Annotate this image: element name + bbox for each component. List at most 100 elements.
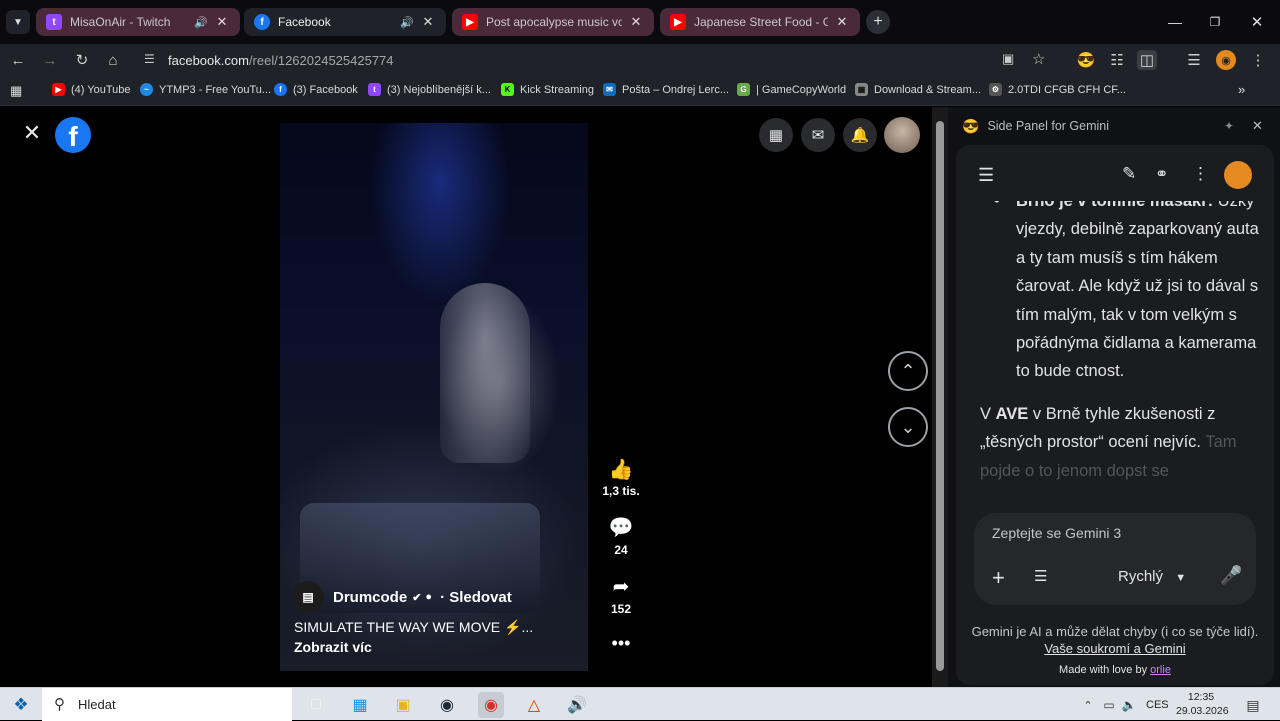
building-icon: ▦ xyxy=(855,83,868,96)
close-icon[interactable]: ✕ xyxy=(834,14,850,30)
previous-reel-button[interactable]: ⌃ xyxy=(888,351,928,391)
more-options-icon[interactable]: ••• xyxy=(591,633,651,654)
follow-link[interactable]: · Sledovat xyxy=(440,589,512,606)
gemini-prompt-box: Zeptejte se Gemini 3 + ☰ Rychlý ▼ 🎤 xyxy=(974,513,1256,605)
start-button[interactable]: ❖ xyxy=(8,692,34,718)
volume-icon[interactable]: 🔈 xyxy=(1116,692,1142,718)
speaker-icon[interactable]: 🔊 xyxy=(194,16,208,29)
bookmark-ytmp3[interactable]: ~ YTMP3 - Free YouTu... xyxy=(140,83,271,96)
bookmark-youtube[interactable]: ▶ (4) YouTube xyxy=(52,83,131,96)
bookmarks-bar: ▦ ▶ (4) YouTube ~ YTMP3 - Free YouTu... f (… xyxy=(0,76,1280,106)
acrobat-icon[interactable]: △ xyxy=(521,692,547,718)
clock[interactable]: 12:35 29.03.2026 xyxy=(1176,690,1229,718)
mode-select[interactable]: Rychlý ▼ xyxy=(1118,568,1186,585)
extensions-puzzle-icon[interactable]: ☷ xyxy=(1107,50,1127,70)
hamburger-menu-icon[interactable]: ☰ xyxy=(978,165,994,186)
input-language[interactable]: CES xyxy=(1146,699,1169,711)
bullet-text: Úzký vjezdy, debilně zaparkovaný auta a … xyxy=(1016,201,1259,381)
scrollbar-thumb[interactable] xyxy=(936,121,944,671)
reel-video[interactable]: ▤ Drumcode ✔ ● · Sledovat xyxy=(280,123,588,671)
tab-japanese-street-food[interactable]: ▶ Japanese Street Food - GIANT ✕ xyxy=(660,8,860,36)
gemini-response: • Brno je v tomhle masakr: Úzký vjezdy, … xyxy=(980,201,1260,501)
notifications-icon[interactable]: ▤ xyxy=(1240,692,1266,718)
paragraph-prefix: V xyxy=(980,404,992,423)
home-button[interactable]: ⌂ xyxy=(103,50,123,70)
steam-icon[interactable]: ◉ xyxy=(434,692,460,718)
page-scrollbar[interactable] xyxy=(932,107,948,687)
menu-kebab-icon[interactable]: ⋮ xyxy=(1248,50,1268,70)
restore-button[interactable]: ❐ xyxy=(1200,10,1230,34)
gemini-extension-icon: 😎 xyxy=(962,117,980,134)
profile-avatar[interactable]: ◉ xyxy=(1216,50,1236,70)
close-window-button[interactable]: ✕ xyxy=(1242,10,1272,34)
tab-twitch[interactable]: t MisaOnAir - Twitch 🔊 ✕ xyxy=(36,8,240,36)
notifications-bell-icon[interactable]: 🔔 xyxy=(843,118,877,152)
like-icon[interactable]: 👍 xyxy=(591,457,651,482)
prompt-input[interactable]: Zeptejte se Gemini 3 xyxy=(992,525,1232,547)
side-panel-icon[interactable]: ◫ xyxy=(1137,50,1157,70)
media-controls-icon[interactable]: ☰ xyxy=(1184,50,1204,70)
minimize-button[interactable]: — xyxy=(1160,10,1190,34)
search-icon: ⚲ xyxy=(54,696,65,713)
file-icon[interactable]: □ xyxy=(303,692,329,718)
speaker-icon[interactable]: 🔊 xyxy=(400,16,414,29)
author-name[interactable]: Drumcode xyxy=(333,589,407,606)
messenger-icon[interactable]: ✉ xyxy=(801,118,835,152)
speaker-app-icon[interactable]: 🔊 xyxy=(564,692,590,718)
tools-sliders-icon[interactable]: ☰ xyxy=(1034,567,1047,585)
facebook-logo[interactable]: f xyxy=(55,117,91,153)
close-icon[interactable]: ✕ xyxy=(628,14,644,30)
close-icon[interactable]: ✕ xyxy=(214,14,230,30)
comment-icon[interactable]: 💬 xyxy=(591,515,651,540)
install-app-icon[interactable]: ▣ xyxy=(1002,51,1014,67)
like-count: 1,3 tis. xyxy=(602,484,640,498)
bookmark-twitch[interactable]: t (3) Nejoblíbenější k... xyxy=(368,83,491,96)
twitch-icon: t xyxy=(368,83,381,96)
tab-post-apocalypse[interactable]: ▶ Post apocalypse music vol.1 - Y ✕ xyxy=(452,8,654,36)
new-tab-button[interactable]: + xyxy=(866,10,890,34)
microphone-icon[interactable]: 🎤 xyxy=(1220,565,1242,586)
file-explorer-icon[interactable]: ▣ xyxy=(390,692,416,718)
share-count: 152 xyxy=(610,602,632,616)
privacy-link[interactable]: Vaše soukromí a Gemini xyxy=(1044,641,1185,656)
tab-search-button[interactable]: ▼ xyxy=(6,10,30,34)
reload-button[interactable]: ↻ xyxy=(72,50,92,70)
show-more-link[interactable]: Zobrazit víc xyxy=(294,639,372,655)
tab-title: Post apocalypse music vol.1 - Y xyxy=(486,15,622,29)
next-reel-button[interactable]: ⌄ xyxy=(888,407,928,447)
bookmark-gamecopyworld[interactable]: G | GameCopyWorld xyxy=(737,83,846,96)
bookmark-kick[interactable]: K Kick Streaming xyxy=(501,83,594,96)
bookmark-download-stream[interactable]: ▦ Download & Stream... xyxy=(855,83,981,96)
bookmark-2tdi[interactable]: ⚙ 2.0TDI CFGB CFH CF... xyxy=(989,83,1126,96)
extension-emoji-icon[interactable]: 😎 xyxy=(1076,50,1096,70)
new-chat-icon[interactable]: ✎ xyxy=(1122,164,1136,184)
bookmark-facebook[interactable]: f (3) Facebook xyxy=(274,83,358,96)
gemini-avatar[interactable] xyxy=(1224,161,1252,189)
photos-app-icon[interactable]: ▦ xyxy=(347,692,373,718)
account-avatar[interactable] xyxy=(884,117,920,153)
close-side-panel-icon[interactable]: ✕ xyxy=(1252,118,1263,134)
gemini-footer: Gemini je AI a může dělat chyby (i co se… xyxy=(956,623,1274,679)
menu-grid-icon[interactable]: ▦ xyxy=(759,118,793,152)
bookmark-star-icon[interactable]: ☆ xyxy=(1032,50,1045,68)
share-icon[interactable]: ⚭ xyxy=(1155,164,1168,184)
close-reel-button[interactable]: ✕ xyxy=(20,120,44,145)
add-attachment-icon[interactable]: + xyxy=(992,565,1005,591)
chrome-icon[interactable]: ◉ xyxy=(478,692,504,718)
forward-button[interactable]: → xyxy=(40,50,60,70)
bookmark-label: Pošta – Ondrej Lerc... xyxy=(622,83,729,96)
share-icon[interactable]: ➦ xyxy=(591,574,651,599)
address-bar[interactable]: ☰ facebook.com/reel/1262024525425774 ▣ ☆ xyxy=(134,46,1064,74)
close-icon[interactable]: ✕ xyxy=(420,14,436,30)
unpin-icon[interactable]: ✦ xyxy=(1224,119,1234,133)
tab-facebook[interactable]: f Facebook 🔊 ✕ xyxy=(244,8,446,36)
apps-grid-icon[interactable]: ▦ xyxy=(10,83,22,99)
taskbar-search[interactable]: ⚲ Hledat xyxy=(42,688,292,721)
bookmarks-overflow-icon[interactable]: » xyxy=(1238,82,1245,97)
site-info-icon[interactable]: ☰ xyxy=(144,52,155,66)
back-button[interactable]: ← xyxy=(8,50,28,70)
kebab-menu-icon[interactable]: ⋮ xyxy=(1192,164,1209,184)
bookmark-posta[interactable]: ✉ Pošta – Ondrej Lerc... xyxy=(603,83,729,96)
author-avatar-icon[interactable]: ▤ xyxy=(292,581,324,613)
author-link[interactable]: orlie xyxy=(1150,664,1171,676)
